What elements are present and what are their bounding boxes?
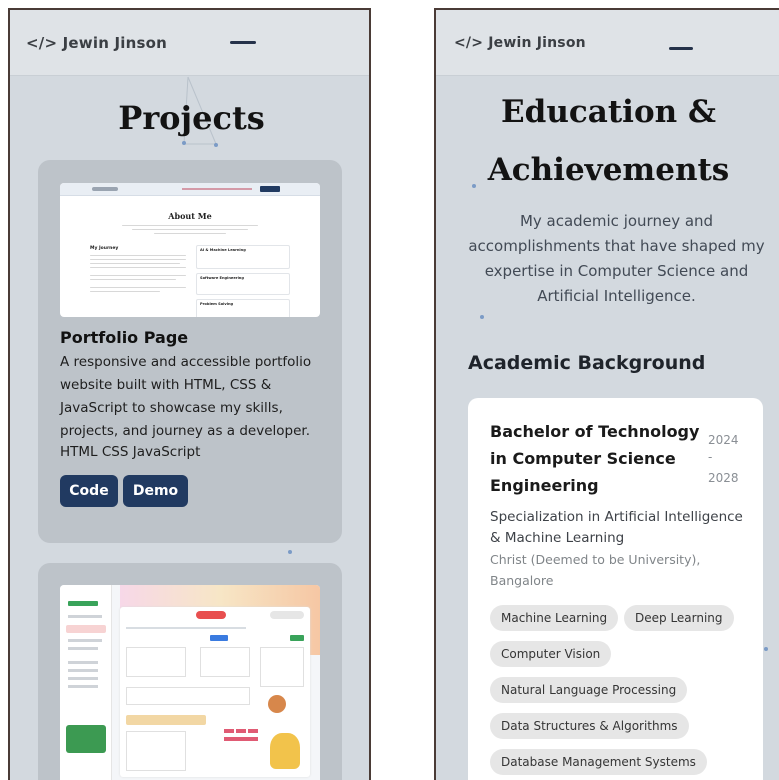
decorative-dot	[764, 647, 768, 651]
intro-text: My academic journey and accomplishments …	[468, 212, 765, 305]
specialization: Specialization in Artificial Intelligenc…	[490, 509, 743, 546]
preview-card-1: AI & Machine Learning	[200, 248, 246, 252]
section-title-line-2: Achievements	[487, 152, 730, 188]
section-title-line-1: Education &	[501, 94, 716, 130]
decorative-dot	[480, 315, 484, 319]
decorative-dot	[288, 550, 292, 554]
code-button[interactable]: Code	[60, 475, 118, 507]
project-title: Portfolio Page	[60, 328, 189, 347]
preview-card-2: Software Engineering	[200, 276, 244, 280]
year-separator: -	[708, 450, 713, 464]
decorative-dot	[214, 143, 218, 147]
preview-card-3: Problem Solving	[200, 302, 234, 306]
projects-screen: </> Jewin Jinson Projects About Me My Jo…	[8, 8, 371, 780]
tag-dbms: Database Management Systems	[490, 749, 707, 775]
tag-computer-vision: Computer Vision	[490, 641, 612, 667]
top-nav: </> Jewin Jinson	[10, 10, 369, 76]
hamburger-menu-icon[interactable]	[230, 41, 256, 44]
institution: Christ (Deemed to be University), Bangal…	[490, 552, 701, 588]
project-screenshot: About Me My Journey AI & Machine Learnin…	[60, 183, 320, 317]
section-title: Projects	[118, 99, 265, 137]
demo-button[interactable]: Demo	[123, 475, 188, 507]
degree-card: Bachelor of Technology in Computer Scien…	[468, 398, 763, 780]
tag-deep-learning: Deep Learning	[624, 605, 734, 631]
project-description: A responsive and accessible portfolio we…	[60, 354, 312, 439]
preview-heading: About Me	[168, 211, 212, 221]
decorative-dot	[472, 184, 476, 188]
degree-title: Bachelor of Technology in Computer Scien…	[490, 422, 700, 495]
year-end: 2028	[708, 471, 739, 485]
decorative-dot	[182, 141, 186, 145]
brand-logo[interactable]: </> Jewin Jinson	[454, 35, 586, 51]
tag-machine-learning: Machine Learning	[490, 605, 619, 631]
top-nav: </> Jewin Jinson	[436, 10, 779, 76]
project-screenshot-2	[60, 585, 320, 780]
project-tech: HTML CSS JavaScript	[60, 444, 201, 460]
tag-dsa: Data Structures & Algorithms	[490, 713, 689, 739]
preview-journey: My Journey	[90, 246, 119, 251]
brand-logo[interactable]: </> Jewin Jinson	[26, 34, 167, 52]
hamburger-menu-icon[interactable]	[669, 47, 693, 50]
education-screen: </> Jewin Jinson Education & Achievement…	[434, 8, 779, 780]
year-start: 2024	[708, 433, 739, 447]
academic-background-heading: Academic Background	[468, 352, 706, 374]
tag-nlp: Natural Language Processing	[490, 677, 688, 703]
